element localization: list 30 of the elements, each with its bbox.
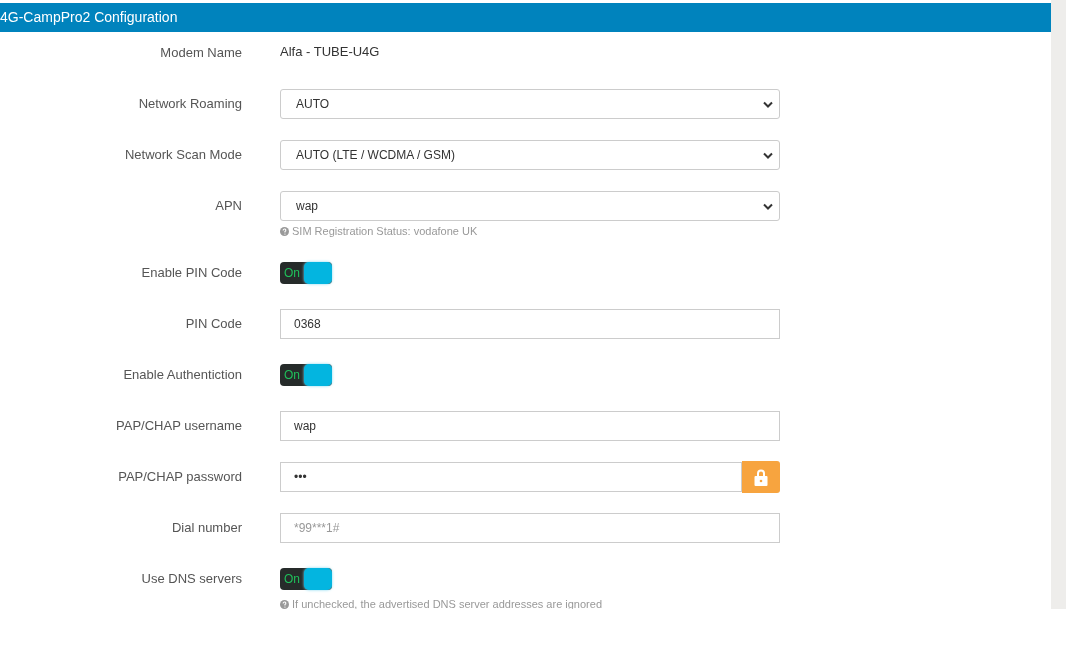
field-label: Enable PIN Code <box>141 264 242 283</box>
password-field[interactable]: ••• <box>280 462 742 492</box>
input-field[interactable]: 0368 <box>280 309 780 339</box>
field-label: PIN Code <box>185 315 242 334</box>
chevron-down-icon <box>763 202 773 210</box>
input-field[interactable]: wap <box>280 411 780 441</box>
chevron-down-icon <box>763 151 773 159</box>
modem-name-value: Alfa - TUBE-U4G <box>280 43 380 62</box>
dropdown[interactable]: AUTO (LTE / WCDMA / GSM) <box>280 140 780 170</box>
dropdown[interactable]: wap <box>280 191 780 221</box>
field-label: Enable Authentiction <box>123 366 242 385</box>
field-label: PAP/CHAP username <box>116 417 242 436</box>
lock-icon <box>754 467 768 487</box>
help-icon <box>280 226 289 236</box>
field-label: Modem Name <box>160 44 242 63</box>
input-field[interactable]: *99***1# <box>280 513 780 543</box>
field-label: Network Scan Mode <box>124 146 242 165</box>
lock-button[interactable] <box>742 461 780 493</box>
field-label: Dial number <box>171 519 242 538</box>
chevron-down-icon <box>763 100 773 108</box>
field-label: Use DNS servers <box>141 570 242 589</box>
toggle-switch[interactable]: On <box>280 262 332 284</box>
dropdown[interactable]: AUTO <box>280 89 780 119</box>
field-label: PAP/CHAP password <box>118 468 242 487</box>
panel-title: 4G-CampPro2 Configuration <box>0 8 178 27</box>
toggle-switch[interactable]: On <box>280 568 332 590</box>
field-label: Network Roaming <box>138 95 242 114</box>
field-label: APN <box>215 197 242 216</box>
toggle-switch[interactable]: On <box>280 364 332 386</box>
hint-text: SIM Registration Status: vodafone UK <box>292 223 478 239</box>
